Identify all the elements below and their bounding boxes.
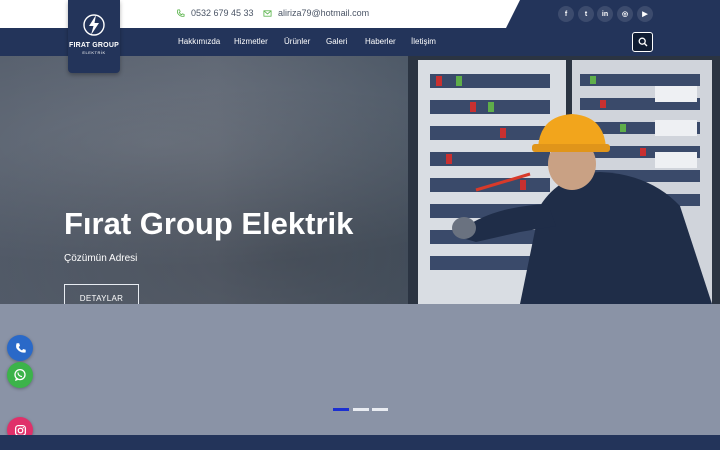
search-icon xyxy=(638,37,647,47)
nav-item-news[interactable]: Haberler xyxy=(365,37,396,46)
email-address: aliriza79@hotmail.com xyxy=(278,8,370,18)
nav-item-contact[interactable]: İletişim xyxy=(411,37,436,46)
lightning-bolt-icon xyxy=(83,14,105,36)
details-button[interactable]: DETAYLAR xyxy=(64,284,139,304)
logo-title: FIRAT GROUP xyxy=(69,42,119,49)
facebook-icon[interactable]: f xyxy=(558,6,574,22)
email-contact[interactable]: aliriza79@hotmail.com xyxy=(263,8,369,18)
youtube-icon[interactable]: ▶ xyxy=(637,6,653,22)
mail-icon xyxy=(263,9,272,17)
whatsapp-icon xyxy=(14,368,26,381)
phone-float-button[interactable] xyxy=(7,335,33,361)
social-bar: f t in ◎ ▶ xyxy=(506,0,720,28)
slider-dot-2[interactable] xyxy=(353,408,369,411)
whatsapp-float-button[interactable] xyxy=(7,362,33,388)
nav-item-about[interactable]: Hakkımızda xyxy=(178,37,220,46)
logo-subtitle: ELEKTRİK xyxy=(82,50,106,55)
slider-dot-1[interactable] xyxy=(333,408,349,411)
hero-title: Fırat Group Elektrik xyxy=(64,206,354,241)
instagram-icon[interactable]: ◎ xyxy=(617,6,633,22)
phone-number: 0532 679 45 33 xyxy=(191,8,254,18)
slider-dot-3[interactable] xyxy=(372,408,388,411)
hero-subtitle: Çözümün Adresi xyxy=(64,253,138,264)
phone-icon xyxy=(177,8,185,17)
nav-item-products[interactable]: Ürünler xyxy=(284,37,310,46)
site-logo[interactable]: FIRAT GROUP ELEKTRİK xyxy=(68,0,120,73)
hero-slider: Fırat Group Elektrik Çözümün Adresi DETA… xyxy=(0,56,720,304)
nav-item-gallery[interactable]: Galeri xyxy=(326,37,347,46)
twitter-icon[interactable]: t xyxy=(578,6,594,22)
phone-contact[interactable]: 0532 679 45 33 xyxy=(176,8,254,18)
hero-electrician-image xyxy=(408,56,720,304)
search-button[interactable] xyxy=(632,32,653,52)
phone-icon xyxy=(15,342,26,353)
linkedin-icon[interactable]: in xyxy=(597,6,613,22)
nav-item-services[interactable]: Hizmetler xyxy=(234,37,268,46)
footer-strip xyxy=(0,435,720,450)
